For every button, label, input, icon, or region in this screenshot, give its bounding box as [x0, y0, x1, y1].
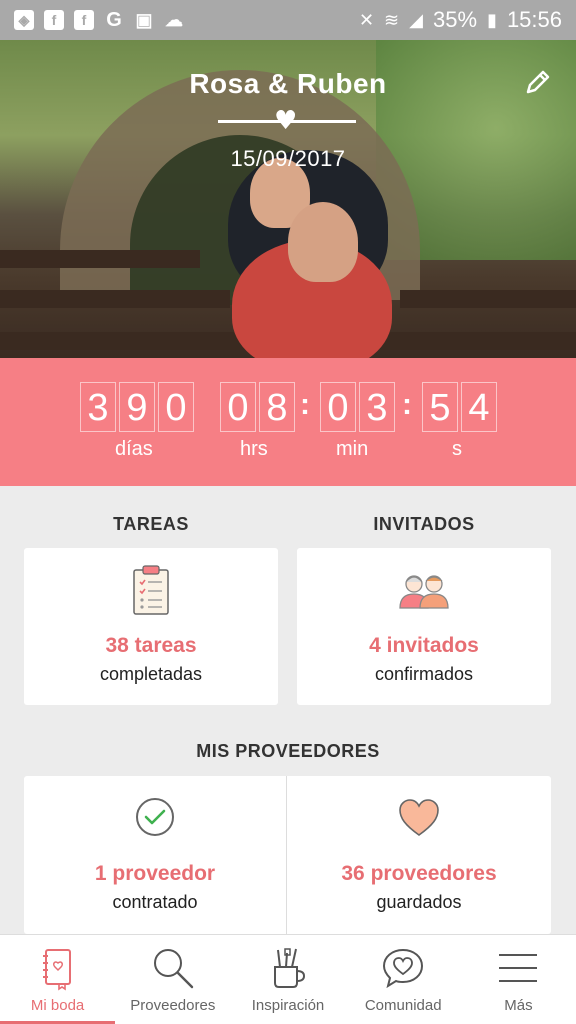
- gallery-icon: ▣: [135, 9, 153, 30]
- hero-bench: [400, 290, 576, 308]
- nav-label: Proveedores: [130, 997, 216, 1014]
- nav-mas[interactable]: Más: [461, 935, 576, 1024]
- hamburger-icon: [499, 954, 538, 982]
- clipboard-icon: [133, 565, 169, 615]
- status-bar: ◈ f f G ▣ ☁ ✕ ≋ ◢ 35% ▮ 15:56: [0, 0, 576, 40]
- vendors-title: MIS PROVEEDORES: [196, 741, 380, 761]
- clock: 15:56: [506, 7, 562, 32]
- search-icon: [153, 949, 193, 989]
- days-digit: 9: [119, 382, 155, 432]
- days-digit: 3: [80, 382, 116, 432]
- nav-label: Más: [504, 997, 533, 1014]
- heart-icon: [399, 799, 439, 836]
- check-circle-icon: [136, 798, 174, 836]
- shield-icon: ◈: [14, 10, 34, 30]
- wedding-date: 15/09/2017: [230, 146, 346, 171]
- hero-bench: [380, 332, 576, 350]
- tasks-count: 38 tareas: [105, 634, 197, 657]
- seconds-label: s: [452, 438, 462, 460]
- google-icon: G: [106, 8, 122, 31]
- hours-digit: 0: [220, 382, 256, 432]
- battery-level: 35%: [432, 7, 478, 32]
- guests-sub: confirmados: [374, 664, 474, 684]
- nav-label: Mi boda: [30, 997, 85, 1014]
- nav-comunidad[interactable]: Comunidad: [346, 935, 461, 1024]
- countdown: 3 9 0 0 8 : 0 3 : 5 4 días hrs min s: [0, 358, 576, 486]
- guests-icon: [399, 575, 449, 609]
- tasks-title: TAREAS: [113, 514, 189, 534]
- hours-label: hrs: [240, 438, 268, 460]
- minutes-digit: 0: [320, 382, 356, 432]
- colon-separator: :: [402, 388, 412, 421]
- colon-separator: :: [300, 388, 310, 421]
- hired-vendors[interactable]: 1 proveedor contratado: [24, 776, 286, 934]
- minutes-label: min: [336, 438, 369, 460]
- tasks-card[interactable]: 38 tareas completadas: [24, 548, 278, 705]
- hired-sub: contratado: [112, 892, 198, 912]
- nav-mi-boda[interactable]: Mi boda: [0, 935, 116, 1024]
- guests-title: INVITADOS: [373, 514, 475, 534]
- brushes-icon: [274, 948, 306, 988]
- heart-icon: ♥: [274, 106, 298, 136]
- edit-button[interactable]: [522, 66, 554, 98]
- hero-bench: [0, 250, 200, 268]
- battery-charging-icon: ▮: [487, 9, 497, 30]
- chat-heart-icon: [383, 948, 424, 989]
- hero-bench: [0, 290, 230, 308]
- seconds-digit: 5: [422, 382, 458, 432]
- days-digit: 0: [158, 382, 194, 432]
- wifi-icon: ≋: [384, 9, 400, 30]
- days-label: días: [115, 438, 153, 460]
- guests-card[interactable]: 4 invitados confirmados: [297, 548, 551, 705]
- mute-icon: ✕: [358, 9, 375, 30]
- signal-icon: ◢: [409, 9, 423, 30]
- hero-photo: Rosa & Ruben ♥ 15/09/2017: [0, 40, 576, 358]
- saved-sub: guardados: [376, 892, 462, 912]
- vendors-card: 1 proveedor contratado 36 proveedores gu…: [24, 776, 551, 934]
- cloud-icon: ☁: [165, 9, 183, 30]
- tasks-sub: completadas: [99, 664, 203, 684]
- bottom-nav: Mi boda Proveedores Inspiración Comunida…: [0, 934, 576, 1024]
- notebook-icon: [42, 949, 71, 991]
- facebook-icon: f: [74, 10, 94, 30]
- saved-count: 36 proveedores: [341, 862, 497, 885]
- minutes-digit: 3: [359, 382, 395, 432]
- hero-person-woman-face: [288, 202, 358, 282]
- saved-vendors[interactable]: 36 proveedores guardados: [287, 776, 551, 934]
- seconds-digit: 4: [461, 382, 497, 432]
- hired-count: 1 proveedor: [94, 862, 216, 885]
- guests-count: 4 invitados: [369, 634, 479, 657]
- nav-inspiracion[interactable]: Inspiración: [230, 935, 345, 1024]
- nav-proveedores[interactable]: Proveedores: [115, 935, 230, 1024]
- hero-bench: [0, 332, 260, 350]
- pencil-icon: [526, 70, 550, 94]
- nav-label: Inspiración: [251, 997, 325, 1014]
- hours-digit: 8: [259, 382, 295, 432]
- couple-name: Rosa & Ruben: [189, 68, 387, 99]
- nav-label: Comunidad: [364, 997, 442, 1014]
- facebook-icon: f: [44, 10, 64, 30]
